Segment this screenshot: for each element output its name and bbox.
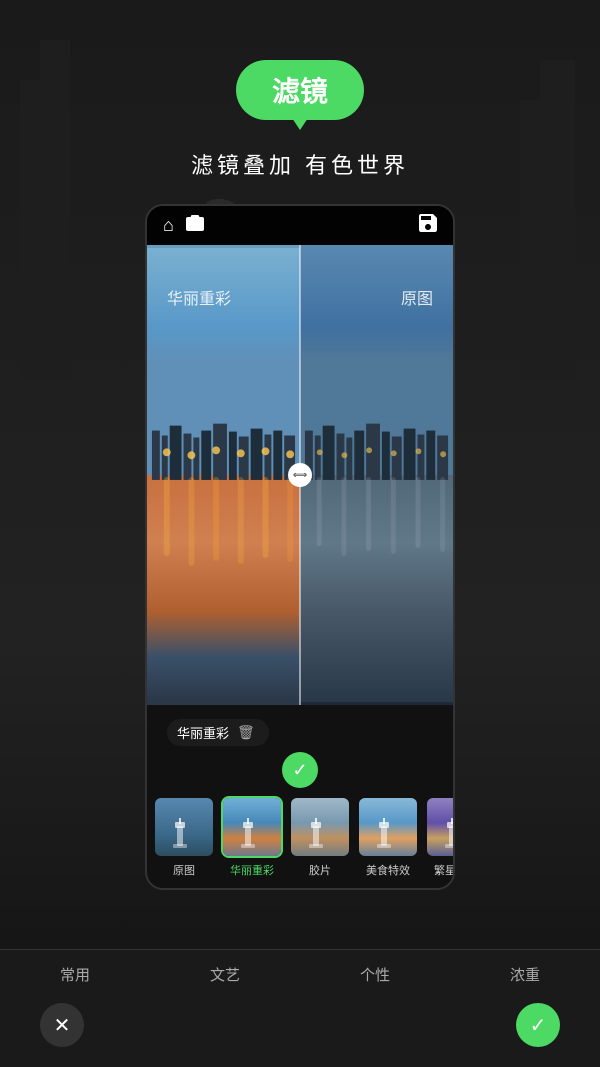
filter-thumbnails: 原图 华丽重彩 [147, 796, 453, 878]
tab-gexing[interactable]: 个性 [344, 960, 406, 989]
phone-toolbar: ⌂ [147, 206, 453, 245]
check-icon: ✓ [292, 760, 307, 781]
filter-thumb-fanxing[interactable]: 繁星如梦 [425, 796, 453, 878]
filter-label-left: 华丽重彩 [167, 285, 231, 309]
confirm-check-area: ✓ [147, 752, 453, 788]
thumb-img-meishi[interactable] [357, 796, 419, 858]
split-handle[interactable]: ⟺ [288, 463, 312, 487]
thumb-img-jiaopian[interactable] [289, 796, 351, 858]
thumb-img-huali[interactable] [221, 796, 283, 858]
camera-icon[interactable] [186, 215, 204, 236]
filter-badge: 滤镜 [236, 60, 364, 120]
subtitle: 滤镜叠加 有色世界 [191, 148, 409, 180]
thumb-svg-original [155, 798, 215, 858]
thumb-label-jiaopian: 胶片 [309, 862, 331, 878]
split-image: ⟺ 华丽重彩 原图 [147, 245, 453, 705]
thumb-label-original: 原图 [173, 862, 195, 878]
toolbar-left: ⌂ [163, 215, 204, 236]
cancel-button[interactable]: ✕ [40, 1003, 84, 1047]
main-content: 滤镜 滤镜叠加 有色世界 ⌂ [0, 0, 600, 1067]
original-svg [300, 245, 453, 705]
spacer [147, 878, 453, 888]
thumb-img-fanxing[interactable] [425, 796, 453, 858]
image-filtered [147, 245, 300, 705]
cancel-icon: ✕ [54, 1013, 71, 1038]
thumb-img-original[interactable] [153, 796, 215, 858]
confirm-action-icon: ✓ [530, 1013, 547, 1038]
tab-wenyi[interactable]: 文艺 [194, 960, 256, 989]
filter-tabs: 常用 文艺 个性 浓重 [0, 949, 600, 995]
filter-badge-label: 滤镜 [272, 76, 328, 107]
filter-name-area: 华丽重彩 🗑 [147, 705, 453, 746]
thumb-label-meishi: 美食特效 [366, 862, 410, 878]
thumb-svg-fanxing [427, 798, 453, 858]
tab-nongzhong[interactable]: 浓重 [494, 960, 556, 989]
thumb-svg-huali [223, 798, 283, 858]
thumb-visual-huali [223, 798, 281, 856]
thumb-visual-jiaopian [291, 798, 349, 856]
confirm-action-button[interactable]: ✓ [516, 1003, 560, 1047]
trash-icon[interactable]: 🗑 [237, 724, 255, 741]
bottom-nav: 常用 文艺 个性 浓重 ✕ ✓ [0, 949, 600, 1067]
filter-label-right: 原图 [401, 285, 433, 309]
split-divider[interactable]: ⟺ [299, 245, 301, 705]
action-bar: ✕ ✓ [0, 995, 600, 1067]
filter-name-text: 华丽重彩 [177, 723, 229, 742]
filter-thumb-huali[interactable]: 华丽重彩 [221, 796, 283, 878]
save-icon[interactable] [419, 214, 437, 237]
thumb-label-fanxing: 繁星如梦 [434, 862, 453, 878]
thumb-label-huali: 华丽重彩 [230, 862, 274, 878]
thumb-visual-original [155, 798, 213, 856]
filter-thumb-original[interactable]: 原图 [153, 796, 215, 878]
home-icon[interactable]: ⌂ [163, 215, 174, 236]
filter-name-tag: 华丽重彩 🗑 [167, 719, 269, 746]
image-original [300, 245, 453, 705]
thumb-svg-jiaopian [291, 798, 351, 858]
filter-thumb-meishi[interactable]: 美食特效 [357, 796, 419, 878]
thumb-svg-meishi [359, 798, 419, 858]
thumb-visual-meishi [359, 798, 417, 856]
filtered-svg [147, 245, 300, 705]
filter-thumb-jiaopian[interactable]: 胶片 [289, 796, 351, 878]
phone-mockup: ⌂ [145, 204, 455, 890]
thumb-visual-fanxing [427, 798, 453, 856]
tab-changyong[interactable]: 常用 [44, 960, 106, 989]
confirm-button[interactable]: ✓ [282, 752, 318, 788]
